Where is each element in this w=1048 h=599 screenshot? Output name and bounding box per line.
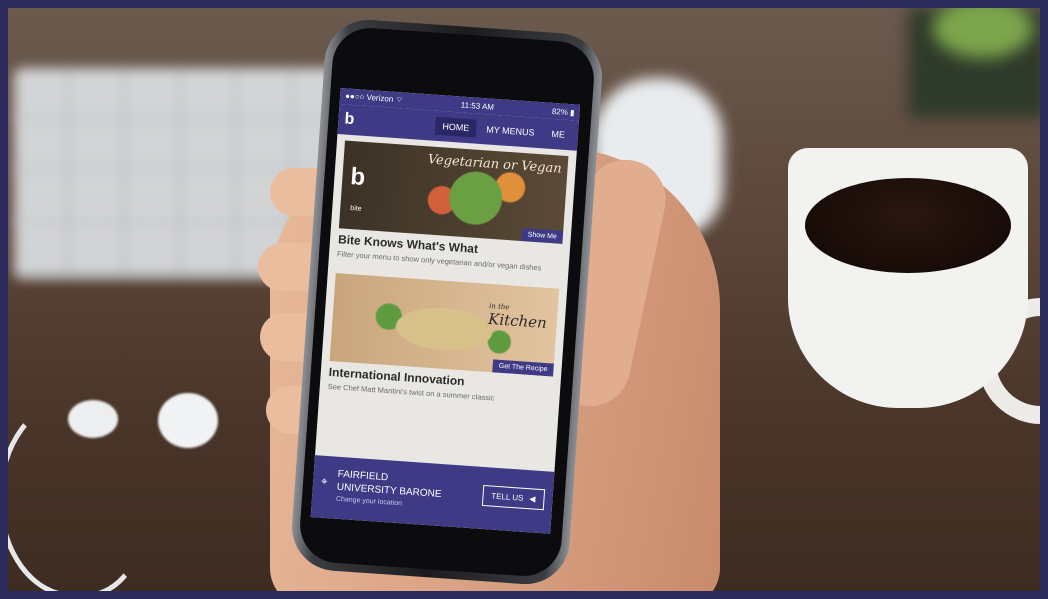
bite-logo-icon[interactable]: b — [344, 108, 367, 131]
time-label: 11:53 AM — [460, 99, 495, 112]
location-footer: ⌖ FAIRFIELD UNIVERSITY BARONE Change you… — [310, 455, 555, 534]
salad-image: b bite Vegetarian or Vegan Show Me — [338, 140, 569, 244]
smartphone: ●●○○ Verizon ⌔ 11:53 AM 82% ▮ b HOME MY … — [289, 16, 605, 588]
coffee — [805, 178, 1011, 273]
show-me-button[interactable]: Show Me — [521, 228, 564, 244]
feature-card[interactable]: b bite Vegetarian or Vegan Show Me Bite … — [337, 140, 569, 274]
photo-background: ●●○○ Verizon ⌔ 11:53 AM 82% ▮ b HOME MY … — [8, 8, 1040, 591]
map-pin-icon: ⌖ — [320, 475, 328, 489]
wifi-icon: ⌔ — [395, 94, 404, 105]
tell-us-label: TELL US — [490, 491, 524, 503]
in-the-kitchen-caption: in the Kitchen — [487, 301, 548, 332]
bite-brand-text: bite — [350, 205, 362, 213]
megaphone-icon: ◀ — [529, 494, 536, 504]
location-name: FAIRFIELD — [337, 468, 389, 484]
earbud — [68, 400, 118, 438]
tab-my-menus[interactable]: MY MENUS — [479, 120, 542, 142]
image-caption: Vegetarian or Vegan — [427, 152, 563, 177]
earbud — [158, 393, 218, 448]
change-location-link[interactable]: Change your location — [336, 496, 402, 508]
tab-home[interactable]: HOME — [434, 116, 477, 138]
taco-image: in the Kitchen Get The Recipe — [329, 272, 560, 377]
battery-label: 82% ▮ — [551, 106, 575, 117]
get-recipe-button[interactable]: Get The Recipe — [492, 359, 554, 377]
carrier-label: ●●○○ Verizon ⌔ — [344, 91, 404, 105]
tell-us-button[interactable]: TELL US ◀ — [481, 484, 546, 511]
nav-tabs: HOME MY MENUS ME — [434, 116, 573, 145]
tab-me[interactable]: ME — [544, 124, 573, 144]
app-screen: ●●○○ Verizon ⌔ 11:53 AM 82% ▮ b HOME MY … — [310, 88, 581, 534]
phone-bezel: ●●○○ Verizon ⌔ 11:53 AM 82% ▮ b HOME MY … — [297, 25, 597, 579]
bite-logo-icon: b — [349, 162, 367, 191]
feature-card[interactable]: in the Kitchen Get The Recipe Internation… — [327, 272, 560, 407]
